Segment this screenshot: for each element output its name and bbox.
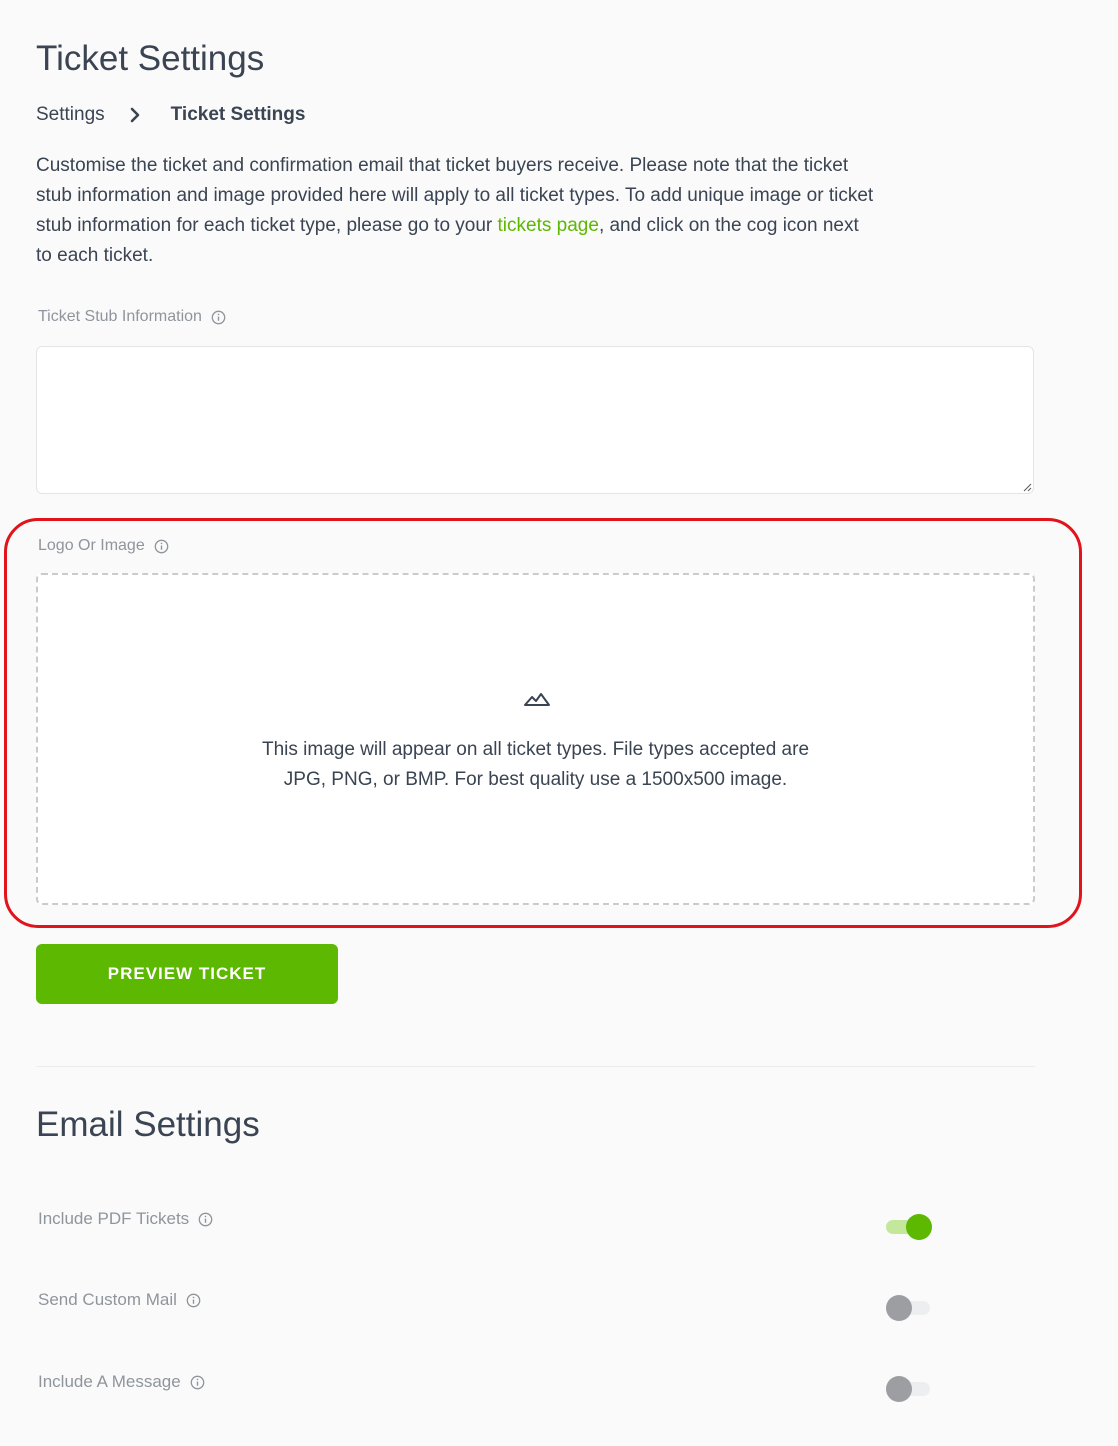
ticket-stub-label: Ticket Stub Information [38,308,226,326]
ticket-settings-page: Ticket Settings Settings Ticket Settings… [0,0,1118,1446]
email-settings-title: Email Settings [36,1105,260,1144]
logo-label: Logo Or Image [38,537,169,555]
tickets-page-link[interactable]: tickets page [498,215,599,236]
resize-handle-icon[interactable] [1022,482,1032,492]
include-pdf-tickets-toggle[interactable] [886,1214,932,1240]
toggle-knob [886,1376,912,1402]
preview-ticket-button[interactable]: PREVIEW TICKET [36,944,338,1004]
info-icon[interactable] [198,1212,213,1227]
include-pdf-tickets-label-text: Include PDF Tickets [38,1209,190,1228]
logo-label-text: Logo Or Image [38,537,145,554]
include-a-message-label-text: Include A Message [38,1372,181,1391]
dropzone-hint-line2: JPG, PNG, or BMP. For best quality use a… [283,769,788,790]
send-custom-mail-label-text: Send Custom Mail [38,1290,177,1309]
image-icon [524,693,550,706]
send-custom-mail-label: Send Custom Mail [38,1290,201,1310]
send-custom-mail-toggle[interactable] [886,1295,932,1321]
include-a-message-toggle[interactable] [886,1376,932,1402]
logo-upload-dropzone[interactable]: This image will appear on all ticket typ… [36,573,1035,905]
ticket-stub-textarea[interactable] [36,346,1034,494]
toggle-knob [886,1295,912,1321]
breadcrumb: Settings Ticket Settings [36,103,305,127]
info-icon[interactable] [154,539,169,554]
dropzone-hint: This image will appear on all ticket typ… [38,735,1033,795]
chevron-right-icon [115,103,155,127]
section-divider [36,1066,1035,1067]
toggle-knob [906,1214,932,1240]
info-icon[interactable] [186,1293,201,1308]
include-a-message-label: Include A Message [38,1372,205,1392]
page-description: Customise the ticket and confirmation em… [36,151,876,271]
include-pdf-tickets-label: Include PDF Tickets [38,1209,213,1229]
page-title: Ticket Settings [36,39,265,78]
info-icon[interactable] [211,310,226,325]
info-icon[interactable] [190,1375,205,1390]
dropzone-hint-line1: This image will appear on all ticket typ… [261,739,810,760]
breadcrumb-settings-link[interactable]: Settings [36,103,105,127]
ticket-stub-label-text: Ticket Stub Information [38,308,202,325]
breadcrumb-current: Ticket Settings [170,104,306,125]
